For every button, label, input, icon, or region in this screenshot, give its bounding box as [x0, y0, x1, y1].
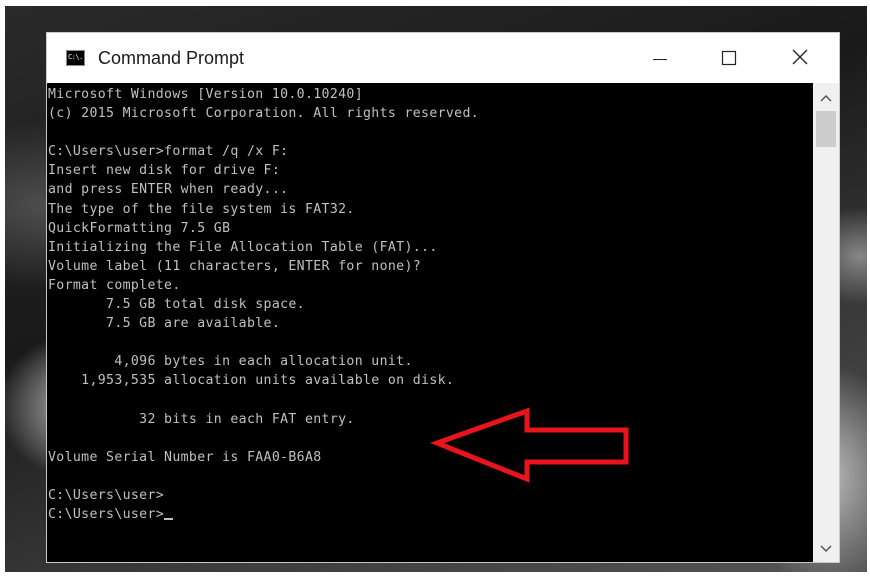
annotation-arrow-icon [429, 407, 629, 483]
